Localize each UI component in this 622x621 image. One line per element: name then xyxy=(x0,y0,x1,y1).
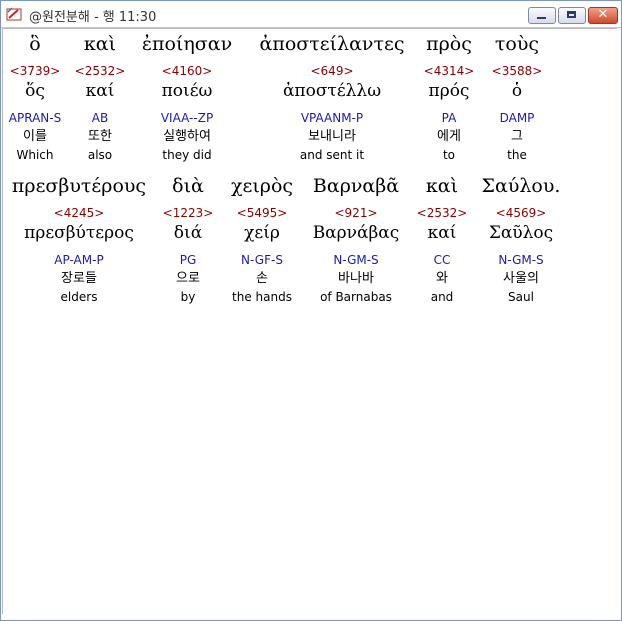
word-strong: <3588> xyxy=(491,64,543,78)
word-greek: ὃ xyxy=(29,33,41,55)
word-greek: ἐποίησαν xyxy=(141,33,233,55)
word-korean: 이를 xyxy=(23,129,47,144)
word-english: to xyxy=(442,148,456,162)
word-morph: N-GM-S xyxy=(498,253,544,267)
word-strong: <3739> xyxy=(9,64,61,78)
word-greek: διὰ xyxy=(172,175,204,197)
word-lemma: Βαρνάβας xyxy=(312,223,400,243)
word-korean: 보내니라 xyxy=(308,129,356,144)
word-lemma: διά xyxy=(173,223,203,243)
app-icon xyxy=(6,7,22,21)
word-morph: APRAN-S xyxy=(8,111,62,125)
word-greek: καὶ xyxy=(83,33,117,55)
word-morph: CC xyxy=(433,253,451,267)
word-english: the hands xyxy=(232,290,292,304)
word-strong: <2532> xyxy=(416,206,468,220)
word-strong: <4314> xyxy=(423,64,475,78)
word-strong: <4160> xyxy=(161,64,213,78)
word-greek: Βαρναβᾶ xyxy=(312,175,400,197)
word-morph: AP-AM-P xyxy=(54,253,104,267)
word-english: they did xyxy=(162,148,212,162)
word-english: by xyxy=(180,290,196,304)
close-icon: ✕ xyxy=(597,7,609,22)
close-button[interactable]: ✕ xyxy=(588,7,618,24)
word-lemma: χείρ xyxy=(244,223,280,243)
word-morph: N-GM-S xyxy=(333,253,379,267)
maximize-icon xyxy=(567,11,576,18)
word-morph: PA xyxy=(441,111,457,125)
word-strong: <921> xyxy=(334,206,378,220)
word-english: the xyxy=(507,148,527,162)
word-korean: 에게 xyxy=(437,129,461,144)
word-greek: πρεσβυτέρους xyxy=(11,175,147,197)
word-korean: 사울의 xyxy=(503,271,539,286)
word-lemma: ποιέω xyxy=(161,81,213,101)
word-lemma: ὁ xyxy=(511,81,523,101)
word-greek: χειρὸς xyxy=(230,175,294,197)
word-lemma: καί xyxy=(85,81,115,101)
word-strong: <5495> xyxy=(236,206,288,220)
word-english: Which xyxy=(16,148,54,162)
minimize-button[interactable] xyxy=(528,7,556,24)
word-strong: <1223> xyxy=(162,206,214,220)
word-lemma: Σαῦλος xyxy=(488,223,554,243)
word-korean: 으로 xyxy=(176,271,200,286)
word-greek: τοὺς xyxy=(494,33,540,55)
word-strong: <2532> xyxy=(74,64,126,78)
word-lemma: ὅς xyxy=(25,81,45,101)
word-korean: 손 xyxy=(256,271,268,286)
word-english: also xyxy=(87,148,113,162)
word-lemma: καί xyxy=(427,223,457,243)
word-english: and xyxy=(430,290,454,304)
word-english: elders xyxy=(60,290,98,304)
maximize-button[interactable] xyxy=(558,7,586,24)
word-english: Saul xyxy=(508,290,534,304)
word-lemma: ἀποστέλλω xyxy=(282,81,382,101)
word-morph: N-GF-S xyxy=(241,253,283,267)
word-korean: 바나바 xyxy=(338,271,374,286)
word-english: of Barnabas xyxy=(320,290,392,304)
word-greek: Σαύλου. xyxy=(481,175,561,197)
word-morph: VIAA--ZP xyxy=(160,111,214,125)
title-bar[interactable]: @원전분해 - 행 11:30 ✕ xyxy=(1,1,621,28)
word-korean: 실행하여 xyxy=(163,129,211,144)
word-korean: 와 xyxy=(436,271,448,286)
word-english: and sent it xyxy=(299,148,365,162)
word-morph: AB xyxy=(91,111,109,125)
word-lemma: πρός xyxy=(428,81,470,101)
word-strong: <4569> xyxy=(495,206,547,220)
word-greek: καὶ xyxy=(425,175,459,197)
word-morph: DAMP xyxy=(499,111,535,125)
window-title: @원전분해 - 행 11:30 xyxy=(29,10,157,25)
word-strong: <649> xyxy=(310,64,354,78)
word-morph: PG xyxy=(179,253,197,267)
minimize-icon xyxy=(537,17,546,19)
word-strong: <4245> xyxy=(53,206,105,220)
word-morph: VPAANM-P xyxy=(300,111,364,125)
word-korean: 그 xyxy=(511,129,523,144)
word-greek: πρὸς xyxy=(426,33,472,55)
word-lemma: πρεσβύτερος xyxy=(24,223,134,243)
word-greek: ἀποστείλαντες xyxy=(259,33,405,55)
word-korean: 또한 xyxy=(88,129,112,144)
word-korean: 장로들 xyxy=(61,271,97,286)
